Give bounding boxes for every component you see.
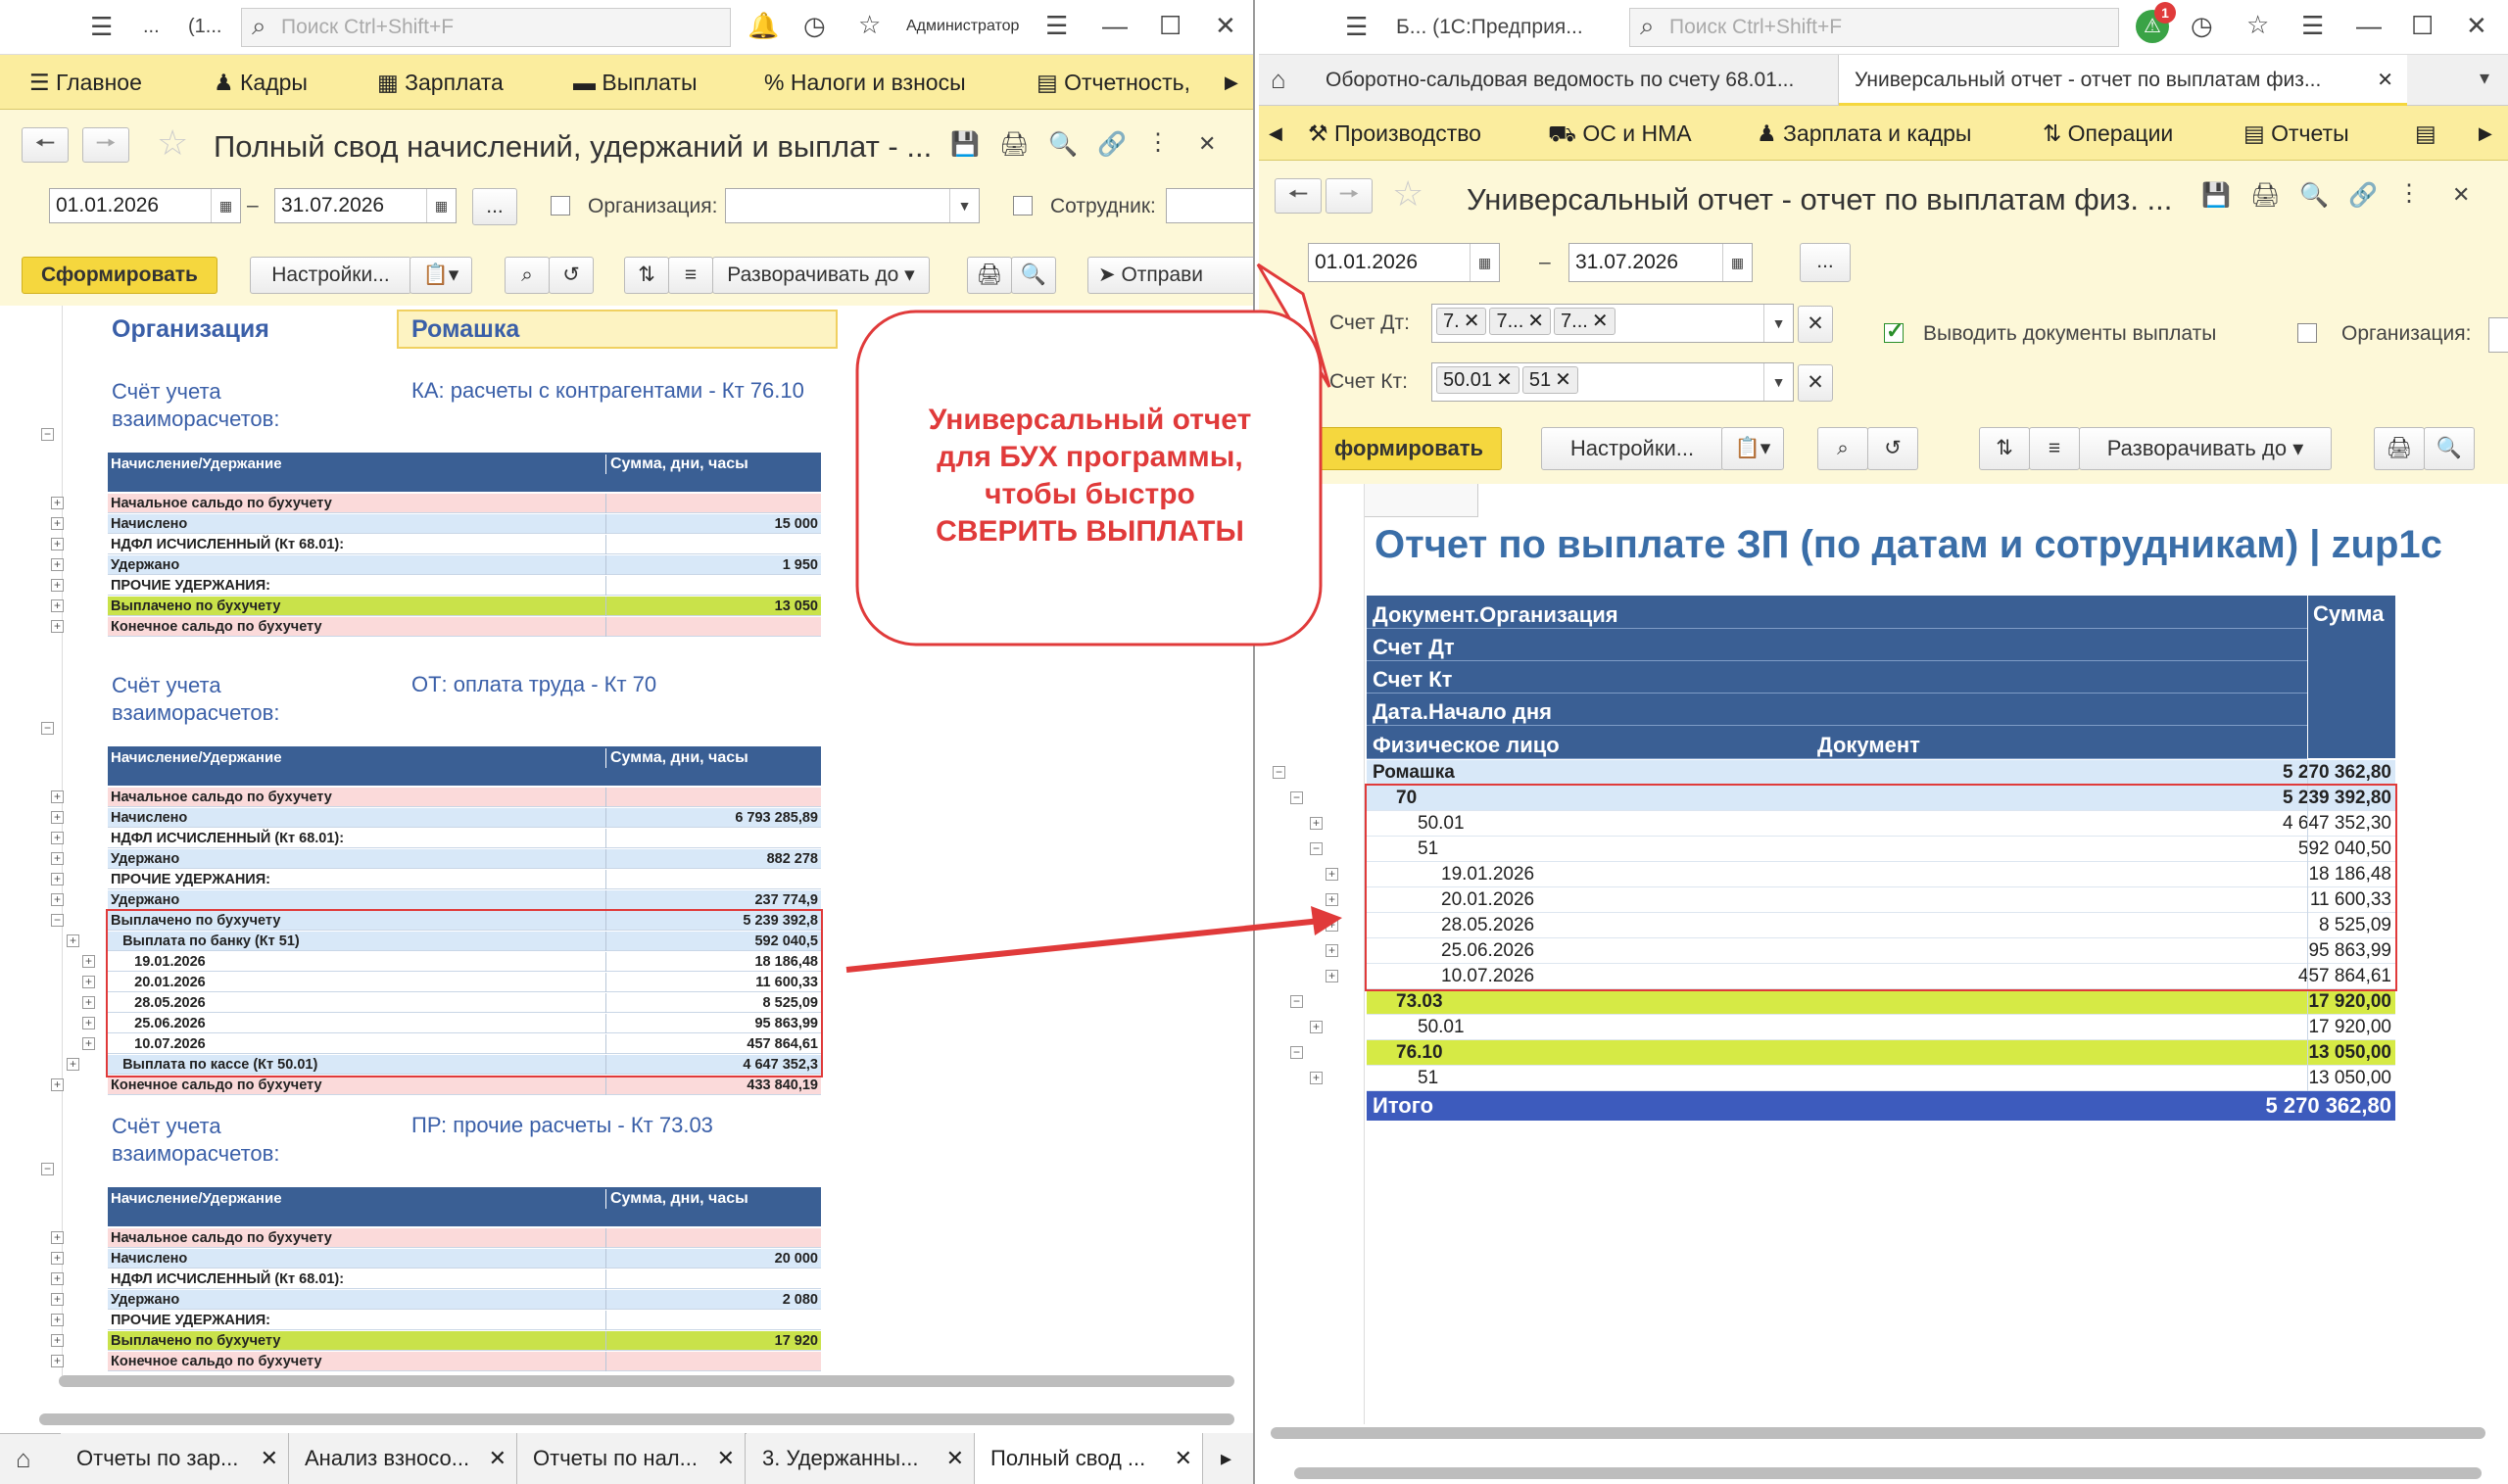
annotation-overlay [845, 263, 1342, 973]
callout-text: Универсальный отчет для БУХ программы, ч… [928, 404, 1252, 548]
arrow-head [1311, 906, 1342, 935]
arrow-line [845, 918, 1322, 973]
